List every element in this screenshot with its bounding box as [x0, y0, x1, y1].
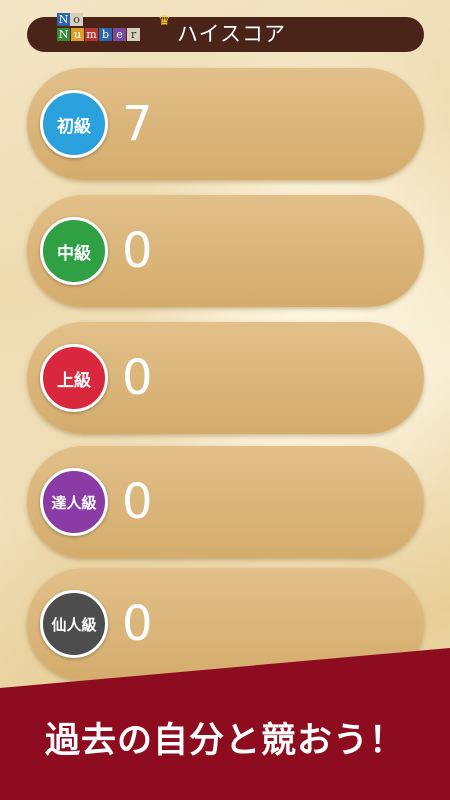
- logo-tile: N: [57, 13, 70, 26]
- logo-tile: r: [127, 28, 140, 41]
- header-bar: N o N u m b e r ♛ ハイスコア: [27, 13, 424, 52]
- high-score-beginner: 7: [122, 96, 153, 152]
- high-score-expert: 0: [122, 474, 153, 530]
- high-score-master: 0: [122, 596, 153, 652]
- high-score-advanced: 0: [122, 350, 153, 406]
- logo-tile: N: [57, 28, 70, 41]
- logo-tile: e: [113, 28, 126, 41]
- logo-tile: b: [99, 28, 112, 41]
- promo-banner-text: 過去の自分と競おう！: [44, 721, 405, 761]
- logo-tile: u: [71, 28, 84, 41]
- level-badge-master: 仙人級: [40, 590, 108, 658]
- app-logo: N o N u m b e r ♛: [57, 13, 197, 57]
- high-score-intermediate: 0: [122, 223, 153, 279]
- level-badge-expert: 達人級: [40, 468, 108, 536]
- level-row-beginner: 初級 7: [27, 68, 424, 180]
- level-badge-intermediate: 中級: [40, 217, 108, 285]
- level-row-advanced: 上級 0: [27, 322, 424, 434]
- logo-tile: o: [70, 13, 83, 26]
- logo-tile: m: [85, 28, 98, 41]
- level-badge-advanced: 上級: [40, 344, 108, 412]
- level-row-expert: 達人級 0: [27, 446, 424, 558]
- crown-icon: ♛: [158, 13, 171, 29]
- level-row-intermediate: 中級 0: [27, 195, 424, 307]
- level-badge-beginner: 初級: [40, 90, 108, 158]
- page-title: ハイスコア: [177, 22, 286, 46]
